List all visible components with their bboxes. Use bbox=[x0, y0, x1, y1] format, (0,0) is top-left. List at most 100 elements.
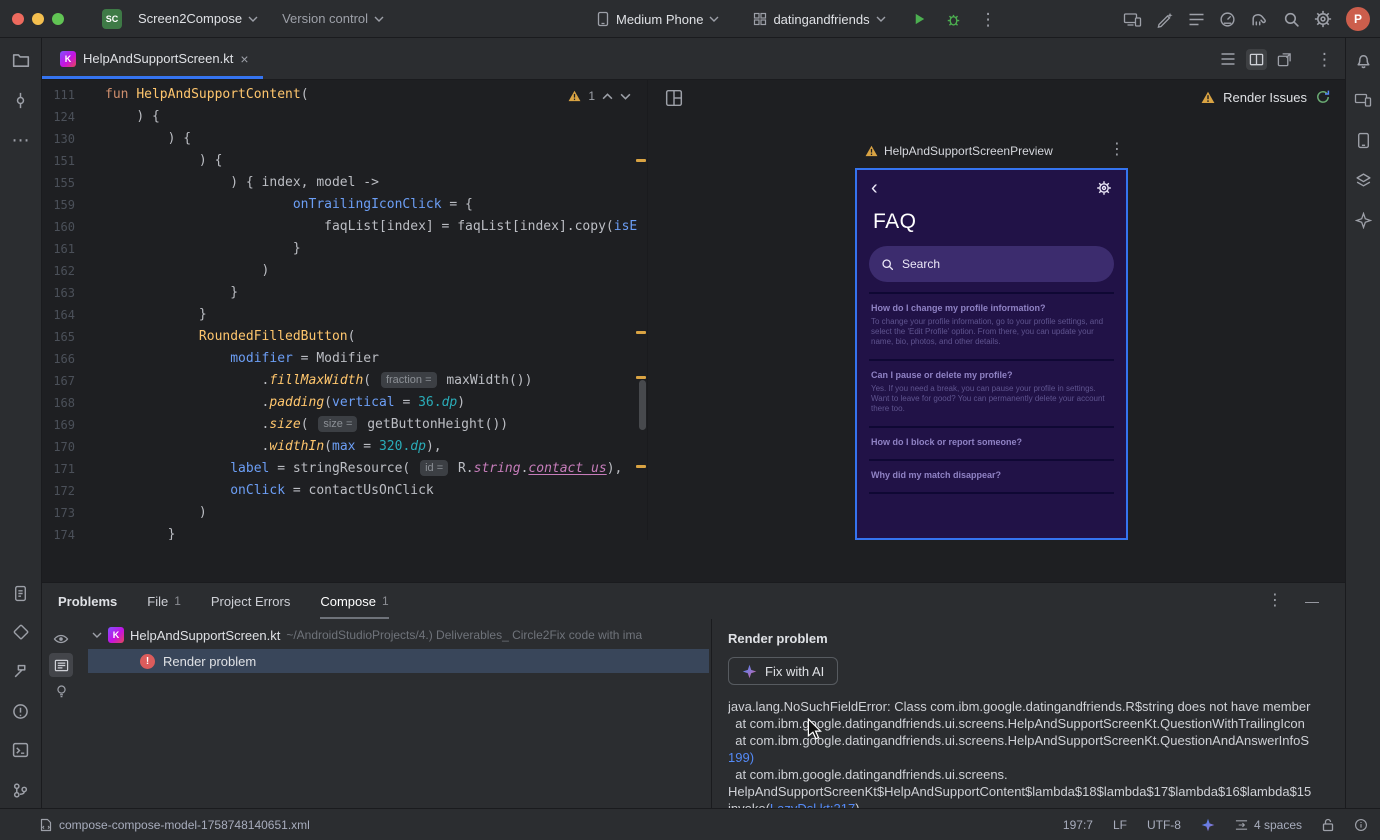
refresh-icon[interactable] bbox=[1315, 89, 1331, 105]
panel-tab-project-errors[interactable]: Project Errors bbox=[211, 583, 290, 619]
preview-kebab-icon[interactable]: ⋮ bbox=[1109, 142, 1125, 158]
faq-list: How do I change my profile information? T… bbox=[869, 292, 1114, 494]
commit-tool-icon[interactable] bbox=[9, 88, 33, 112]
statusbar: compose-compose-model-1758748140651.xml … bbox=[0, 808, 1380, 840]
code-line: 162 ) bbox=[53, 263, 270, 278]
panel-tab-compose[interactable]: Compose 1 bbox=[320, 583, 389, 619]
preview-eye-icon[interactable] bbox=[49, 627, 73, 651]
preview-title-row[interactable]: HelpAndSupportScreenPreview bbox=[865, 144, 1053, 158]
screen-search-bar: Search bbox=[869, 246, 1114, 282]
faq-item[interactable]: Can I pause or delete my profile? Yes. If… bbox=[869, 359, 1114, 426]
statusbar-file[interactable]: compose-compose-model-1758748140651.xml bbox=[0, 818, 310, 832]
kotlin-file-icon: K bbox=[108, 627, 124, 643]
tabbar-kebab-icon[interactable]: ⋮ bbox=[1316, 51, 1333, 68]
logcat-tool-icon[interactable] bbox=[9, 581, 33, 605]
indent-widget[interactable]: 4 spaces bbox=[1235, 818, 1302, 832]
profiler-icon[interactable] bbox=[1219, 11, 1236, 28]
problems-file-path: ~/AndroidStudioProjects/4.) Deliverables… bbox=[286, 628, 643, 642]
vcs-selector[interactable]: Version control bbox=[274, 7, 392, 30]
quick-fix-bulb-icon[interactable] bbox=[49, 679, 73, 703]
editor-scrollbar[interactable] bbox=[639, 380, 646, 430]
close-window-button[interactable] bbox=[12, 12, 24, 25]
split-editor-icon[interactable] bbox=[1246, 48, 1267, 70]
gradle-sync-icon[interactable] bbox=[1250, 11, 1269, 28]
debug-button[interactable] bbox=[945, 11, 962, 28]
code-editor[interactable]: 111 fun HelpAndSupportContent(124 ) {130 … bbox=[42, 80, 648, 540]
faq-item[interactable]: How do I block or report someone? bbox=[869, 426, 1114, 459]
search-everywhere-icon[interactable] bbox=[1283, 11, 1300, 28]
problems-tool-icon[interactable] bbox=[9, 699, 33, 723]
more-tool-windows-icon[interactable]: ⋯ bbox=[9, 128, 33, 152]
inspections-widget[interactable]: 1 bbox=[564, 87, 635, 105]
open-files-list-icon[interactable] bbox=[1220, 52, 1236, 66]
warning-icon bbox=[568, 90, 581, 102]
kotlin-file-icon: K bbox=[60, 50, 76, 67]
render-problem-row[interactable]: ! Render problem bbox=[88, 649, 709, 673]
problems-file-name: HelpAndSupportScreen.kt bbox=[130, 627, 281, 643]
user-avatar[interactable]: P bbox=[1346, 7, 1370, 31]
app-inspection-tool-icon[interactable] bbox=[9, 620, 33, 644]
screen-topbar: ‹ bbox=[857, 170, 1126, 199]
problems-panel: Problems File 1 Project Errors Compose 1 ⋮ — bbox=[42, 582, 1345, 840]
build-tool-icon[interactable] bbox=[9, 659, 33, 683]
error-stripe-mark[interactable] bbox=[636, 465, 646, 468]
warning-icon bbox=[865, 145, 878, 157]
error-stripe-mark[interactable] bbox=[636, 331, 646, 334]
run-config-selector[interactable]: datingandfriends bbox=[745, 8, 893, 31]
project-tool-icon[interactable] bbox=[9, 48, 33, 72]
file-encoding[interactable]: UTF-8 bbox=[1147, 818, 1181, 832]
run-toolbar: Medium Phone datingandfriends ⋮ bbox=[588, 0, 997, 38]
ai-assistant-icon[interactable] bbox=[1156, 11, 1174, 28]
settings-gear-icon[interactable] bbox=[1314, 10, 1332, 28]
panel-kebab-icon[interactable]: ⋮ bbox=[1267, 593, 1283, 609]
next-issue-icon[interactable] bbox=[620, 93, 631, 100]
device-mirroring-icon[interactable] bbox=[1123, 11, 1142, 28]
caret-position[interactable]: 197:7 bbox=[1063, 818, 1093, 832]
fix-with-ai-button[interactable]: Fix with AI bbox=[728, 657, 839, 685]
prev-issue-icon[interactable] bbox=[602, 92, 613, 100]
layers-tool-icon[interactable] bbox=[1351, 168, 1375, 192]
error-stripe-mark[interactable] bbox=[636, 159, 646, 162]
device-manager-tool-icon[interactable] bbox=[1351, 128, 1375, 152]
warning-icon bbox=[1201, 91, 1215, 103]
chevron-down-icon bbox=[876, 16, 886, 22]
project-selector[interactable]: Screen2Compose bbox=[130, 7, 266, 30]
error-stripe-mark[interactable] bbox=[636, 376, 646, 379]
back-icon: ‹ bbox=[871, 177, 878, 199]
panel-minimize-icon[interactable]: — bbox=[1305, 594, 1319, 608]
running-devices-tool-icon[interactable] bbox=[1351, 88, 1375, 112]
gemini-tool-icon[interactable] bbox=[1351, 208, 1375, 232]
panel-title[interactable]: Problems bbox=[58, 583, 117, 619]
device-selector[interactable]: Medium Phone bbox=[588, 7, 727, 31]
run-button[interactable] bbox=[912, 11, 927, 27]
stack-link[interactable]: 199) bbox=[728, 750, 754, 765]
xml-file-icon bbox=[40, 818, 52, 831]
lock-icon[interactable] bbox=[1322, 818, 1334, 832]
editor-tab[interactable]: K HelpAndSupportScreen.kt × bbox=[42, 38, 263, 79]
problems-file-row[interactable]: K HelpAndSupportScreen.kt ~/AndroidStudi… bbox=[80, 623, 711, 647]
line-separator[interactable]: LF bbox=[1113, 818, 1127, 832]
chevron-down-icon[interactable] bbox=[92, 632, 102, 638]
notifications-bell-icon[interactable] bbox=[1351, 48, 1375, 72]
render-issues-button[interactable]: Render Issues bbox=[1201, 89, 1331, 105]
error-icon: ! bbox=[140, 653, 155, 669]
preview-layout-icon[interactable] bbox=[665, 89, 683, 107]
view-options-icon[interactable] bbox=[49, 653, 73, 677]
gemini-status-icon[interactable] bbox=[1201, 818, 1215, 832]
faq-item[interactable]: How do I change my profile information? T… bbox=[869, 292, 1114, 359]
status-info-icon[interactable] bbox=[1354, 818, 1368, 832]
version-control-tool-icon[interactable] bbox=[9, 778, 33, 802]
fullscreen-window-button[interactable] bbox=[52, 12, 64, 25]
minimize-window-button[interactable] bbox=[32, 12, 44, 25]
more-actions-kebab-icon[interactable]: ⋮ bbox=[980, 11, 997, 28]
tab-close-icon[interactable]: × bbox=[240, 52, 248, 66]
todo-list-icon[interactable] bbox=[1188, 12, 1205, 27]
preview-frame[interactable]: ‹ FAQ Search How do I change my profile … bbox=[855, 168, 1128, 540]
search-placeholder: Search bbox=[902, 257, 941, 271]
detach-editor-icon[interactable] bbox=[1277, 52, 1292, 67]
panel-tab-file[interactable]: File 1 bbox=[147, 583, 181, 619]
faq-item[interactable]: Why did my match disappear? bbox=[869, 459, 1114, 494]
terminal-tool-icon[interactable] bbox=[9, 738, 33, 762]
stack-line: at com.ibm.google.datingandfriends.ui.sc… bbox=[728, 767, 1008, 782]
statusbar-file-name: compose-compose-model-1758748140651.xml bbox=[59, 817, 310, 832]
